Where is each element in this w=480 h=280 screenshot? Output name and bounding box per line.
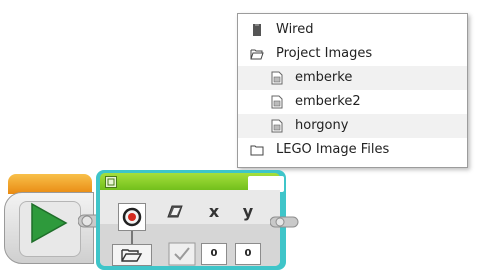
display-mode-icon[interactable] [105, 176, 117, 188]
file-select-button[interactable] [112, 244, 152, 266]
output-connector [270, 216, 299, 228]
clear-screen-check-icon[interactable] [168, 242, 196, 266]
start-block-header [8, 174, 92, 194]
menu-item-label: horgony [295, 118, 349, 133]
file-block-icon [253, 24, 261, 36]
menu-item-label: emberke2 [295, 94, 361, 109]
menu-item-label: emberke [295, 70, 353, 85]
port-link-line [131, 231, 133, 245]
x-value-input[interactable]: 0 [201, 243, 227, 265]
menu-item-emberke[interactable]: emberke [238, 66, 467, 90]
program-canvas[interactable]: Wired Project Images emberke emberke2 ho… [0, 0, 480, 280]
brick-display-port-button[interactable] [118, 203, 146, 231]
menu-item-project-images[interactable]: Project Images [238, 42, 467, 66]
display-image-block[interactable]: x y 0 0 [96, 170, 286, 270]
y-value-input[interactable]: 0 [235, 243, 261, 265]
display-block-header [100, 173, 284, 192]
image-file-menu: Wired Project Images emberke emberke2 ho… [237, 13, 468, 168]
menu-item-label: Wired [276, 22, 314, 37]
menu-item-horgony[interactable]: horgony [238, 114, 467, 138]
image-file-icon [271, 71, 283, 85]
image-file-icon [271, 119, 283, 133]
menu-item-wired[interactable]: Wired [238, 18, 467, 42]
menu-item-emberke2[interactable]: emberke2 [238, 90, 467, 114]
play-icon[interactable] [26, 200, 72, 246]
menu-item-lego-image-files[interactable]: LEGO Image Files [238, 138, 467, 162]
folder-open-icon [121, 249, 143, 262]
folder-open-icon [250, 49, 264, 60]
y-param-label: y [242, 202, 254, 221]
eraser-icon [167, 205, 183, 218]
folder-closed-icon [250, 145, 264, 156]
menu-item-label: Project Images [276, 46, 373, 61]
x-param-label: x [208, 202, 220, 221]
image-file-icon [271, 95, 283, 109]
menu-item-label: LEGO Image Files [276, 142, 390, 157]
display-target-icon [122, 207, 142, 227]
